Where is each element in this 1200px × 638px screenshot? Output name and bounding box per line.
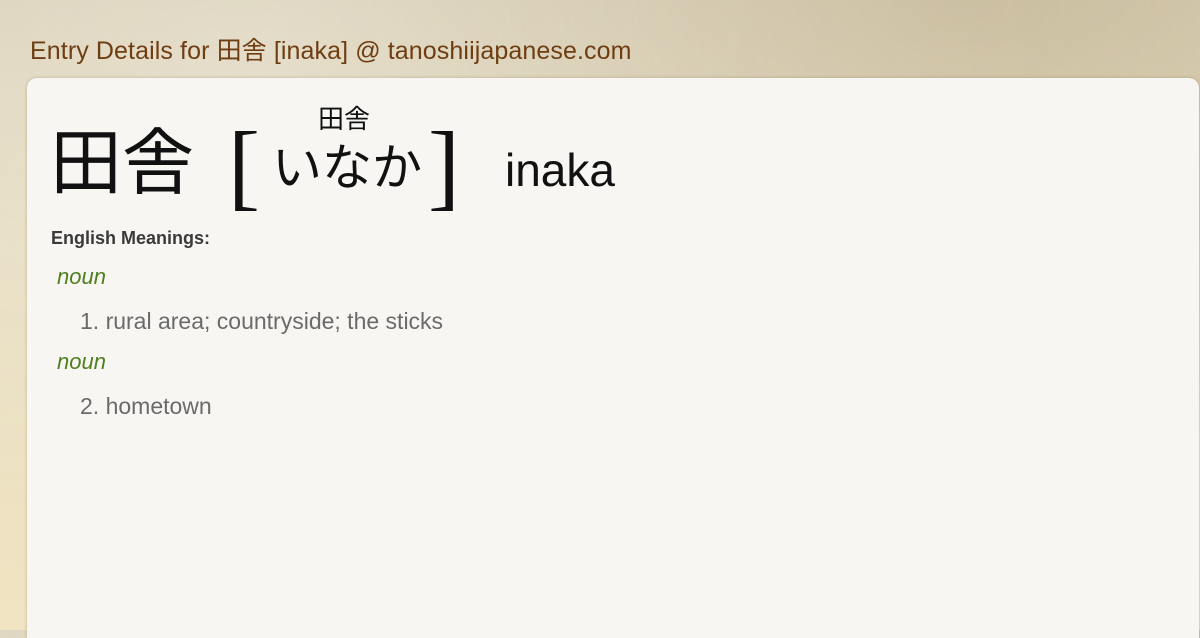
kana-reading: いなか <box>272 139 422 197</box>
definition-item: 1. rural area; countryside; the sticks <box>80 308 444 334</box>
reading-bracket-open: [ <box>228 112 260 219</box>
headword-kanji: 田舎 <box>50 121 195 205</box>
definition-item: 2. hometown <box>80 393 212 419</box>
english-meanings-label: English Meanings: <box>51 228 211 248</box>
reading-bracket-close: ] <box>428 112 460 219</box>
ruby-kanji: 田舎 <box>318 105 371 135</box>
part-of-speech: noun <box>57 349 106 374</box>
romaji-reading: inaka <box>505 144 615 196</box>
part-of-speech: noun <box>57 264 106 289</box>
page-title: Entry Details for 田舎 [inaka] @ tanoshiij… <box>30 37 632 65</box>
